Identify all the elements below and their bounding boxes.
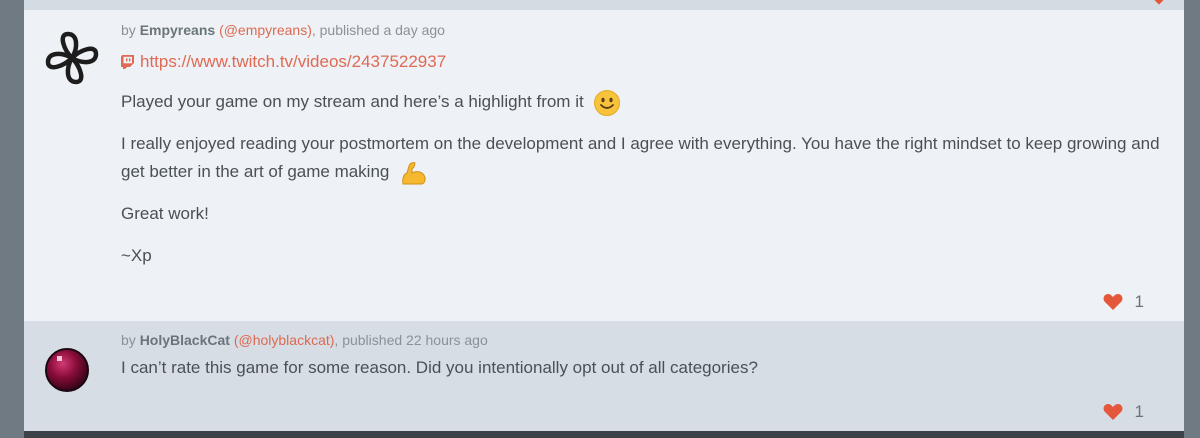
author-handle[interactable]: (@holyblackcat) xyxy=(234,332,335,348)
published-time: , published a day ago xyxy=(311,22,445,38)
four-loop-knot-icon[interactable] xyxy=(42,28,102,88)
comment-meta: by HolyBlackCat (@holyblackcat), publish… xyxy=(121,330,1160,350)
paragraph-text: Played your game on my stream and here’s… xyxy=(121,92,584,111)
like-button[interactable]: 1 xyxy=(1103,292,1144,312)
comment-meta: by Empyreans (@empyreans), published a d… xyxy=(121,20,1160,40)
comment-paragraph: ~Xp xyxy=(121,246,152,265)
comment: by HolyBlackCat (@holyblackcat), publish… xyxy=(24,321,1184,431)
comment-paragraph: Played your game on my stream and here’s… xyxy=(121,88,1160,116)
by-label: by xyxy=(121,22,140,38)
page-gutter-left xyxy=(0,0,24,438)
heart-icon[interactable] xyxy=(1103,403,1123,421)
flexed-biceps-emoji xyxy=(402,161,426,185)
like-count: 1 xyxy=(1134,292,1144,311)
previous-comment-edge xyxy=(24,0,1184,10)
embed-link-row: https://www.twitch.tv/videos/2437522937 xyxy=(121,50,1160,74)
like-count: 1 xyxy=(1134,402,1144,421)
comment-body: by Empyreans (@empyreans), published a d… xyxy=(121,10,1160,270)
comment-paragraph: I really enjoyed reading your postmortem… xyxy=(121,130,1160,186)
like-button[interactable]: 1 xyxy=(1103,402,1144,422)
comment: by Empyreans (@empyreans), published a d… xyxy=(24,10,1184,321)
twitch-icon xyxy=(121,55,134,69)
author-name[interactable]: HolyBlackCat xyxy=(140,332,230,348)
by-label: by xyxy=(121,332,140,348)
comment-paragraph: I can’t rate this game for some reason. … xyxy=(121,358,758,377)
page-gutter-right xyxy=(1184,0,1200,438)
slightly-smiling-face-emoji xyxy=(594,89,621,116)
author-handle[interactable]: (@empyreans) xyxy=(219,22,312,38)
comment-list-bottom-edge xyxy=(24,431,1184,438)
paragraph-text: I really enjoyed reading your postmortem… xyxy=(121,134,1160,181)
comment-body: by HolyBlackCat (@holyblackcat), publish… xyxy=(121,321,1160,382)
comment-paragraph: Great work! xyxy=(121,204,209,223)
dark-red-sphere-icon[interactable] xyxy=(42,345,92,395)
published-time: , published 22 hours ago xyxy=(334,332,488,348)
heart-icon[interactable] xyxy=(1103,293,1123,311)
heart-icon[interactable] xyxy=(1152,0,1166,6)
video-link[interactable]: https://www.twitch.tv/videos/2437522937 xyxy=(140,50,446,74)
author-name[interactable]: Empyreans xyxy=(140,22,215,38)
